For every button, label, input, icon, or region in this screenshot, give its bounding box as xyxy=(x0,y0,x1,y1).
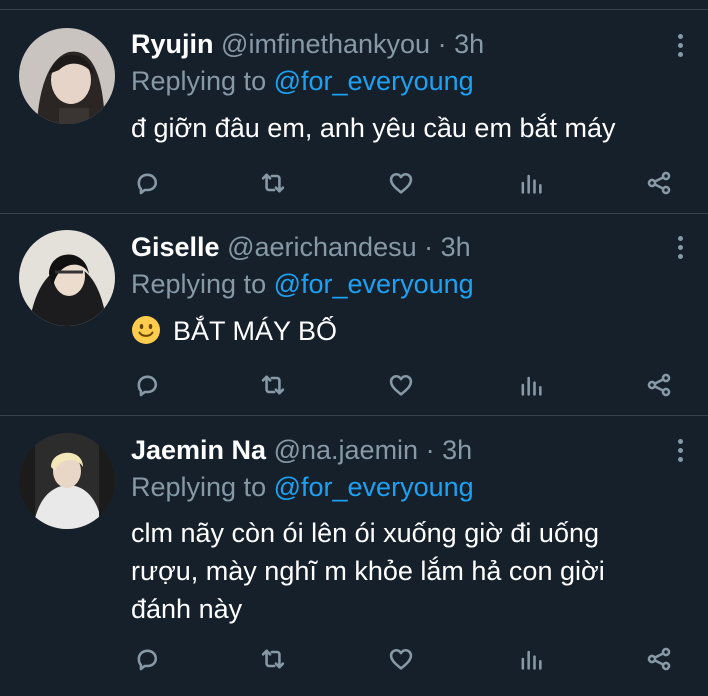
display-name[interactable]: Jaemin Na xyxy=(131,435,266,465)
timestamp[interactable]: 3h xyxy=(454,29,484,59)
avatar[interactable] xyxy=(19,230,115,326)
tweet-header: Jaemin Na @na.jaemin · 3h xyxy=(131,433,472,467)
tweet-text: clm nãy còn ói lên ói xuống giờ đi uống … xyxy=(131,514,691,628)
separator-dot: · xyxy=(437,29,447,59)
replying-prefix: Replying to xyxy=(131,269,267,299)
analytics-icon[interactable] xyxy=(515,168,547,198)
replying-to: Replying to @for_everyoung xyxy=(131,267,474,301)
display-name[interactable]: Giselle xyxy=(131,232,220,262)
tweet-text: BẮT MÁY BỐ xyxy=(173,316,338,346)
reply-icon[interactable] xyxy=(131,370,163,400)
more-icon[interactable] xyxy=(668,230,692,264)
replying-prefix: Replying to xyxy=(131,472,267,502)
more-icon[interactable] xyxy=(668,28,692,62)
like-icon[interactable] xyxy=(385,168,417,198)
replying-prefix: Replying to xyxy=(131,66,267,96)
reply-icon[interactable] xyxy=(131,644,163,674)
retweet-icon[interactable] xyxy=(257,168,289,198)
analytics-icon[interactable] xyxy=(515,370,547,400)
analytics-icon[interactable] xyxy=(515,644,547,674)
share-icon[interactable] xyxy=(643,644,675,674)
display-name[interactable]: Ryujin xyxy=(131,29,214,59)
separator-dot: · xyxy=(424,232,434,262)
avatar[interactable] xyxy=(19,28,115,124)
mention-link[interactable]: @for_everyoung xyxy=(274,472,474,502)
mention-link[interactable]: @for_everyoung xyxy=(274,269,474,299)
replying-to: Replying to @for_everyoung xyxy=(131,64,474,98)
tweet-actions xyxy=(131,168,691,198)
slightly-smiling-face-icon xyxy=(132,316,160,344)
tweet-header: Ryujin @imfinethankyou · 3h xyxy=(131,27,484,61)
retweet-icon[interactable] xyxy=(257,644,289,674)
tweet-text-line: clm nãy còn ói lên ói xuống giờ đi uống xyxy=(131,518,599,548)
like-icon[interactable] xyxy=(385,644,417,674)
timestamp[interactable]: 3h xyxy=(442,435,472,465)
tweet[interactable]: Giselle @aerichandesu · 3h Replying to @… xyxy=(0,214,708,415)
tweet-text-container: BẮT MÁY BỐ xyxy=(131,312,691,350)
replying-to: Replying to @for_everyoung xyxy=(131,470,474,504)
share-icon[interactable] xyxy=(643,168,675,198)
tweet[interactable]: Ryujin @imfinethankyou · 3h Replying to … xyxy=(0,0,708,213)
tweet-text-line: đánh này xyxy=(131,594,243,624)
user-handle[interactable]: @imfinethankyou xyxy=(221,29,430,59)
reply-icon[interactable] xyxy=(131,168,163,198)
more-icon[interactable] xyxy=(668,433,692,467)
avatar[interactable] xyxy=(19,433,115,529)
tweet-text: đ giỡn đâu em, anh yêu cầu em bắt máy xyxy=(131,113,616,143)
tweet-actions xyxy=(131,370,691,400)
user-handle[interactable]: @aerichandesu xyxy=(227,232,417,262)
share-icon[interactable] xyxy=(643,370,675,400)
tweet-header: Giselle @aerichandesu · 3h xyxy=(131,230,471,264)
mention-link[interactable]: @for_everyoung xyxy=(274,66,474,96)
like-icon[interactable] xyxy=(385,370,417,400)
user-handle[interactable]: @na.jaemin xyxy=(274,435,418,465)
separator-dot: · xyxy=(425,435,435,465)
retweet-icon[interactable] xyxy=(257,370,289,400)
tweet-text-line: rượu, mày nghĩ m khỏe lắm hả con giời xyxy=(131,556,605,586)
reply-feed: Ryujin @imfinethankyou · 3h Replying to … xyxy=(0,0,708,696)
tweet[interactable]: Jaemin Na @na.jaemin · 3h Replying to @f… xyxy=(0,416,708,696)
timestamp[interactable]: 3h xyxy=(441,232,471,262)
tweet-actions xyxy=(131,644,691,674)
